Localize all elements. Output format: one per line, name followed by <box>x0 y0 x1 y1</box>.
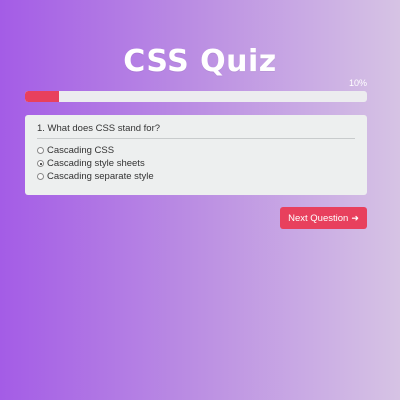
answer-label: Cascading CSS <box>47 145 115 156</box>
answer-option-1[interactable]: Cascading CSS <box>37 144 355 157</box>
answer-option-2[interactable]: Cascading style sheets <box>37 157 355 170</box>
arrow-right-icon: ➜ <box>351 212 359 223</box>
answer-label: Cascading separate style <box>47 171 154 182</box>
next-question-label: Next Question <box>288 212 349 224</box>
answer-option-3[interactable]: Cascading separate style <box>37 170 355 183</box>
answer-label: Cascading style sheets <box>47 158 145 169</box>
next-question-button[interactable]: Next Question ➜ <box>280 207 367 229</box>
page-title: CSS Quiz <box>123 44 277 79</box>
radio-button[interactable] <box>37 173 44 180</box>
question-card: 1. What does CSS stand for? Cascading CS… <box>25 115 367 195</box>
radio-button[interactable] <box>37 160 44 167</box>
progress-bar <box>25 91 367 102</box>
progress-percent-label: 10% <box>348 78 367 88</box>
question-text: 1. What does CSS stand for? <box>37 123 355 139</box>
progress-bar-fill <box>25 91 60 102</box>
radio-button[interactable] <box>37 147 44 154</box>
